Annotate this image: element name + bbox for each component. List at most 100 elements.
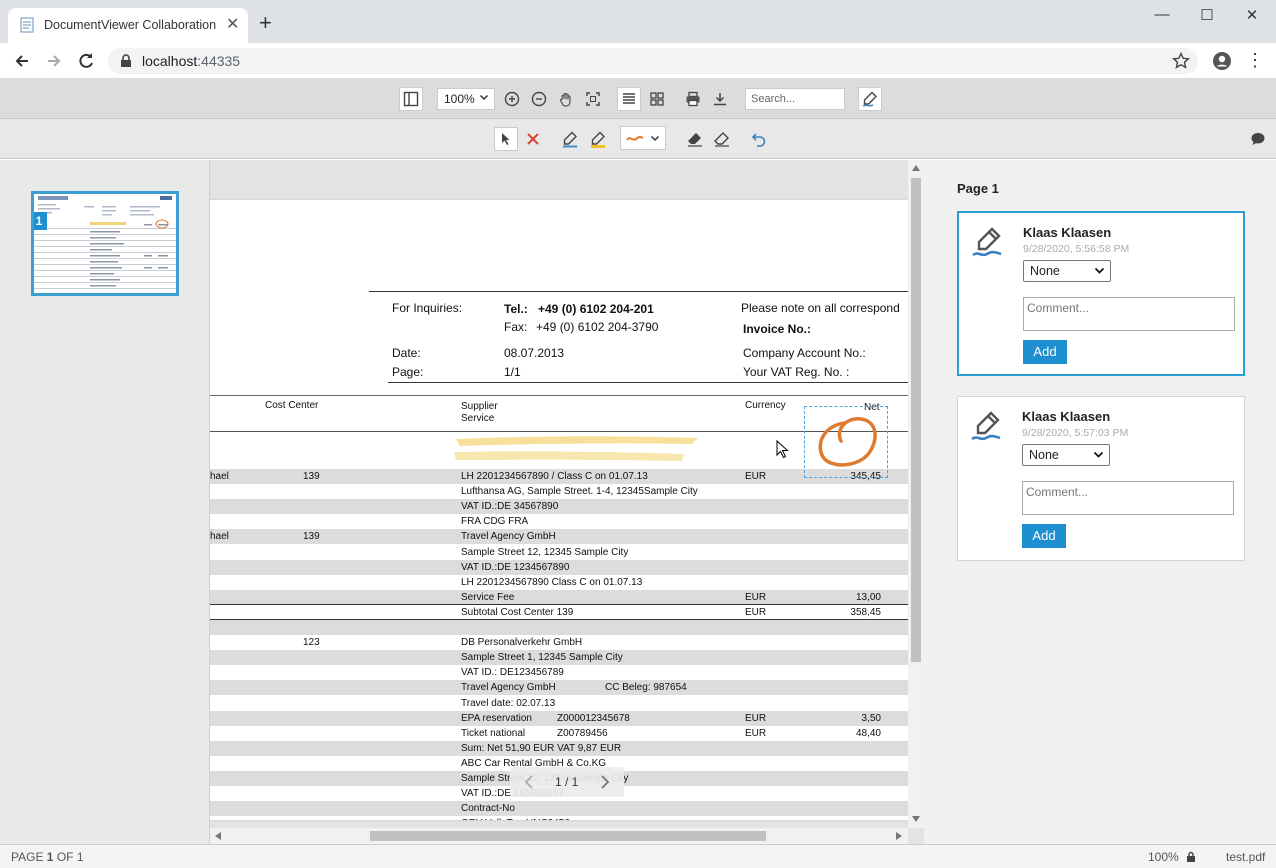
tel-label: Tel.: [504, 302, 528, 316]
row-detail: CC Beleg: 987654 [605, 682, 687, 694]
sidebar-toggle-icon[interactable] [399, 87, 423, 111]
row-description: Travel Agency GmbH [461, 531, 556, 543]
add-comment-button[interactable]: Add [1022, 524, 1066, 548]
table-row [210, 589, 908, 605]
eraser-icon[interactable] [683, 127, 707, 151]
row-detail: UNC3456 [526, 818, 570, 820]
lock-icon [1186, 851, 1196, 863]
row-description: VAT ID.:DE 34567890 [461, 501, 559, 513]
select-cursor-icon[interactable] [494, 127, 518, 151]
page-thumbnail[interactable]: 1 [31, 191, 179, 296]
pan-hand-icon[interactable] [554, 87, 578, 111]
comment-date: 9/28/2020, 5:56:58 PM [1023, 243, 1130, 255]
tel-value: +49 (0) 6102 204-201 [538, 302, 654, 316]
table-row [210, 620, 908, 635]
page-indicator: 1 / 1 [555, 775, 579, 789]
scroll-left-icon[interactable] [215, 832, 221, 840]
horizontal-scroll-thumb[interactable] [370, 831, 766, 841]
zoom-out-icon[interactable] [527, 87, 551, 111]
pen-icon[interactable] [558, 127, 582, 151]
ink-annotation-icon [970, 409, 1004, 443]
tab-close-icon[interactable]: ✕ [226, 17, 239, 33]
forward-icon[interactable] [44, 51, 64, 71]
clear-all-annotations-icon[interactable] [710, 127, 734, 151]
add-comment-button[interactable]: Add [1023, 340, 1067, 364]
fullscreen-icon[interactable] [581, 87, 605, 111]
vertical-scroll-thumb[interactable] [911, 178, 921, 662]
browser-menu-icon[interactable]: ⋮ [1246, 51, 1264, 69]
col-header-currency: Currency [745, 400, 786, 411]
print-icon[interactable] [681, 87, 705, 111]
zoom-in-icon[interactable] [500, 87, 524, 111]
comment-card[interactable]: Klaas Klaasen 9/28/2020, 5:56:58 PM None… [957, 211, 1245, 376]
inquiries-label: For Inquiries: [392, 301, 463, 315]
subtotal-line [210, 619, 908, 620]
page-label: Page: [392, 365, 424, 379]
scroll-down-icon[interactable] [912, 816, 920, 822]
document-viewport[interactable]: For Inquiries: Tel.: +49 (0) 6102 204-20… [210, 160, 924, 844]
comment-input[interactable]: Comment... [1023, 297, 1235, 331]
row-description: Ticket national [461, 727, 526, 739]
thumbnail-panel: 1 [0, 160, 210, 844]
row-currency: EUR [745, 712, 767, 724]
vertical-scrollbar[interactable] [908, 160, 924, 828]
minimize-icon[interactable]: — [1150, 6, 1174, 26]
grid-view-icon[interactable] [645, 87, 669, 111]
row-description: Contract-No [461, 803, 515, 815]
zoom-select[interactable]: 100% [437, 88, 495, 110]
col-header-supplier: Supplier [461, 401, 498, 412]
annotation-mode-icon[interactable] [858, 87, 882, 111]
row-net: 13,00 [855, 591, 881, 603]
comments-icon[interactable] [1246, 127, 1270, 151]
selected-ink-annotation[interactable] [804, 406, 888, 478]
comment-card[interactable]: Klaas Klaasen 9/28/2020, 5:57:03 PM None… [957, 396, 1245, 561]
col-header-service: Service [461, 413, 495, 424]
row-net: 48,40 [855, 727, 881, 739]
fax-value: +49 (0) 6102 204-3790 [536, 320, 659, 334]
previous-page-icon[interactable] [524, 775, 534, 789]
row-detail: Z000012345678 [557, 712, 630, 724]
row-cost-center: 139 [303, 471, 320, 482]
vat-label: Your VAT Reg. No. : [743, 365, 850, 379]
search-input[interactable]: Search... [745, 88, 845, 110]
row-description: Lufthansa AG, Sample Street. 1-4, 12345S… [461, 486, 698, 498]
row-description: Travel date: 02.07.13 [461, 697, 556, 709]
chevron-down-icon [1093, 449, 1104, 460]
browser-tab[interactable]: DocumentViewer Collaboration ✕ [8, 8, 248, 43]
highlighter-icon[interactable] [586, 127, 610, 151]
page-value: 1/1 [504, 365, 521, 379]
row-description: Sum: Net 51,90 EUR VAT 9,87 EUR [461, 742, 622, 754]
row-description: LH 2201234567890 Class C on 01.07.13 [461, 576, 643, 588]
delete-annotation-icon[interactable] [521, 127, 545, 151]
bookmark-star-icon[interactable] [1172, 52, 1190, 70]
undo-icon[interactable] [747, 127, 771, 151]
download-icon[interactable] [708, 87, 732, 111]
row-description: LH 2201234567890 / Class C on 01.07.13 [461, 471, 648, 482]
chevron-down-icon [650, 133, 660, 143]
status-select[interactable]: None [1022, 444, 1110, 466]
row-description: Subtotal Cost Center 139 [461, 606, 574, 618]
url-field[interactable]: localhost:44335 [108, 48, 1198, 74]
col-header-cost-center: Cost Center [265, 400, 319, 411]
back-icon[interactable] [12, 51, 32, 71]
comment-input[interactable]: Comment... [1022, 481, 1234, 515]
comments-panel: Page 1 Klaas Klaasen 9/28/2020, 5:56:58 … [924, 160, 1276, 844]
thumbnail-page-number: 1 [34, 212, 47, 230]
horizontal-scrollbar[interactable] [210, 828, 908, 844]
maximize-icon[interactable]: ☐ [1195, 6, 1219, 26]
scroll-up-icon[interactable] [912, 165, 920, 171]
comments-page-heading: Page 1 [957, 181, 999, 196]
reload-icon[interactable] [76, 51, 96, 71]
status-select[interactable]: None [1023, 260, 1111, 282]
window-close-icon[interactable]: ✕ [1240, 6, 1264, 26]
ink-color-picker[interactable] [620, 126, 666, 150]
profile-icon[interactable] [1212, 51, 1232, 71]
new-tab-icon[interactable]: + [259, 12, 272, 34]
row-description: VAT ID.: DE123456789 [461, 667, 564, 679]
single-page-view-icon[interactable] [617, 87, 641, 111]
subtotal-line [210, 603, 908, 605]
scroll-right-icon[interactable] [896, 832, 902, 840]
status-bar: PAGE 1 OF 1 100% test.pdf [0, 844, 1276, 868]
next-page-icon[interactable] [600, 775, 610, 789]
highlight-annotation[interactable] [452, 430, 702, 466]
